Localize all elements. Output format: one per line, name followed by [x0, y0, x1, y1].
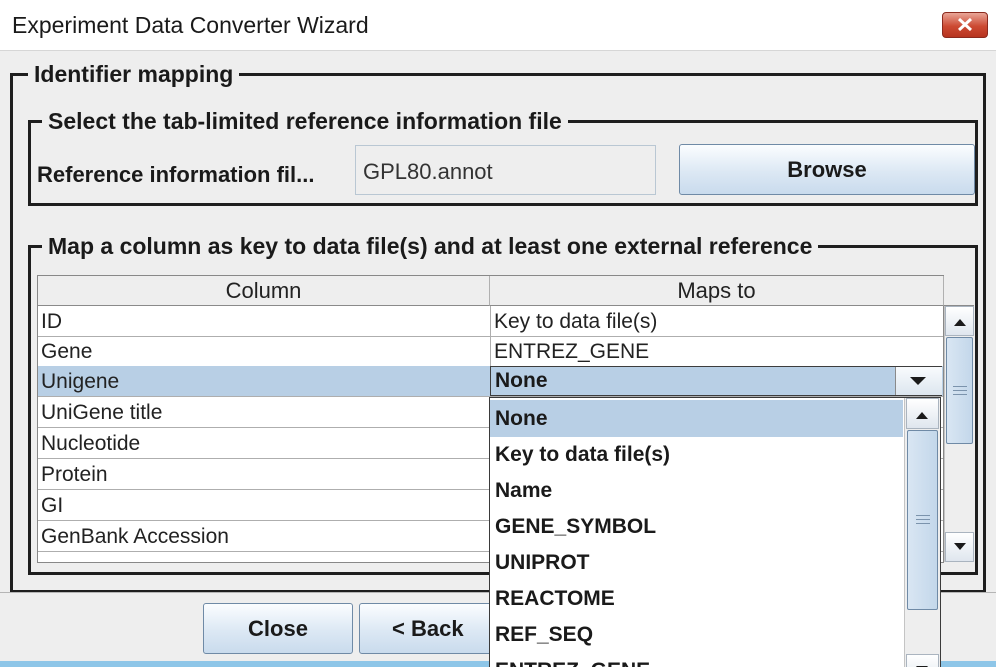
column-header[interactable]: Column	[38, 276, 490, 306]
dropdown-option-selected[interactable]: None	[490, 400, 903, 437]
dropdown-scrollbar[interactable]	[904, 398, 940, 667]
dropdown-option[interactable]: UNIPROT	[490, 544, 903, 581]
arrow-up-icon	[916, 412, 928, 419]
wizard-window: Experiment Data Converter Wizard Identif…	[0, 0, 996, 667]
maps-to-cell: ENTREZ_GENE	[494, 340, 650, 363]
combobox-arrow-button[interactable]	[895, 367, 942, 395]
dropdown-option[interactable]: REF_SEQ	[490, 616, 903, 653]
reference-file-label: Reference information fil...	[37, 162, 315, 187]
identifier-mapping-label: Identifier mapping	[28, 60, 240, 88]
scroll-up-button[interactable]	[945, 306, 974, 336]
scroll-down-button[interactable]	[945, 532, 974, 562]
column-cell: Nucleotide	[41, 432, 141, 455]
back-button[interactable]: < Back	[359, 603, 499, 654]
chevron-down-icon	[910, 377, 926, 385]
arrow-down-icon	[916, 666, 928, 667]
dropdown-scrollbar-thumb[interactable]	[907, 430, 938, 610]
column-cell: UniGene title	[41, 401, 163, 424]
reference-file-group-label: Select the tab-limited reference informa…	[42, 107, 568, 135]
header-corner	[944, 276, 974, 306]
column-cell: GenBank Accession	[41, 525, 229, 548]
maps-to-header[interactable]: Maps to	[490, 276, 944, 306]
column-cell: Gene	[41, 340, 93, 363]
table-scrollbar[interactable]	[944, 306, 974, 562]
close-icon	[958, 18, 972, 31]
table-row[interactable]: Gene ENTREZ_GENE	[38, 336, 943, 367]
title-bar: Experiment Data Converter Wizard	[0, 0, 996, 51]
maps-to-cell: Key to data file(s)	[494, 310, 658, 333]
dropdown-option[interactable]: Key to data file(s)	[490, 436, 903, 473]
column-cell: GI	[41, 494, 64, 517]
column-cell: Protein	[41, 463, 108, 486]
column-mapping-group-label: Map a column as key to data file(s) and …	[42, 232, 819, 260]
close-button[interactable]: Close	[203, 603, 353, 654]
maps-to-dropdown-list[interactable]: None Key to data file(s) Name GENE_SYMBO…	[489, 397, 941, 667]
scrollbar-thumb[interactable]	[946, 337, 973, 444]
dropdown-scroll-up-button[interactable]	[906, 398, 939, 429]
column-cell: ID	[41, 310, 62, 333]
combobox-value: None	[495, 369, 548, 392]
maps-to-combobox[interactable]: None	[490, 366, 942, 396]
browse-button[interactable]: Browse	[679, 144, 975, 195]
table-row[interactable]: ID Key to data file(s)	[38, 306, 943, 337]
reference-file-field[interactable]: GPL80.annot	[355, 145, 656, 195]
column-cell: Unigene	[41, 370, 120, 393]
window-close-button[interactable]	[942, 12, 988, 38]
arrow-down-icon	[954, 543, 966, 550]
window-title: Experiment Data Converter Wizard	[12, 12, 369, 38]
arrow-up-icon	[954, 319, 966, 326]
dropdown-option[interactable]: ENTREZ_GENE	[490, 652, 903, 667]
dropdown-option[interactable]: Name	[490, 472, 903, 509]
dropdown-scroll-down-button[interactable]	[906, 654, 939, 667]
dropdown-option[interactable]: REACTOME	[490, 580, 903, 617]
dropdown-option[interactable]: GENE_SYMBOL	[490, 508, 903, 545]
